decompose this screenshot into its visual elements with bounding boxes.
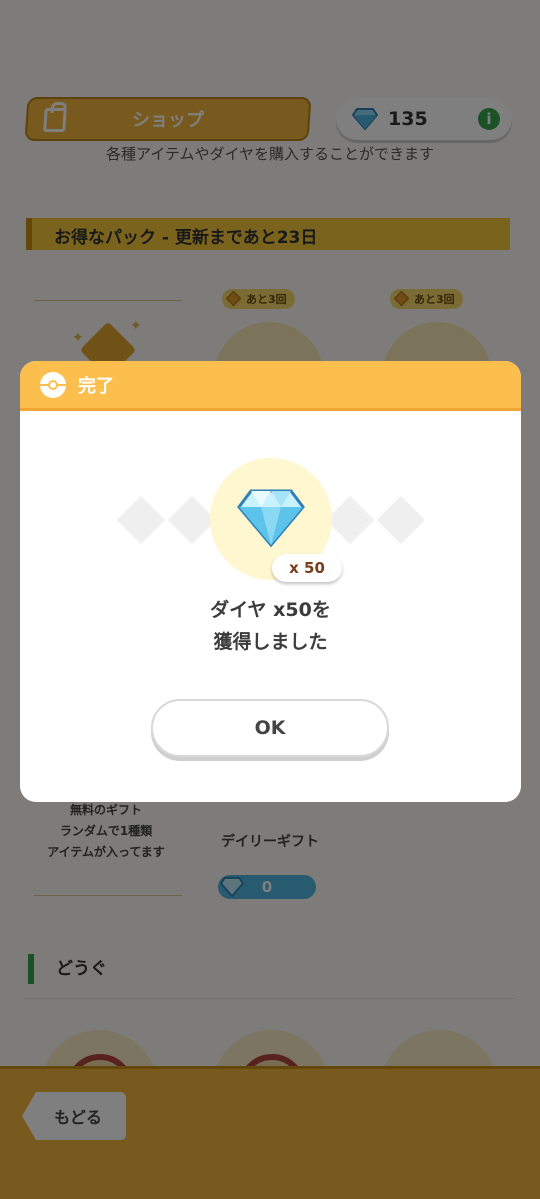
reward-quantity: x 50 bbox=[272, 554, 342, 582]
decorative-diamond-shape bbox=[116, 495, 166, 545]
decorative-diamond-shape bbox=[376, 495, 426, 545]
reward-message-line: ダイヤ x50を bbox=[210, 599, 331, 621]
diamond-icon bbox=[237, 489, 305, 547]
completion-dialog: 完了 x 50 ダイヤ x50を 獲得しました OK bbox=[20, 361, 521, 802]
dialog-title: 完了 bbox=[78, 375, 114, 397]
dialog-header: 完了 bbox=[20, 361, 521, 411]
reward-message: ダイヤ x50を 獲得しました bbox=[20, 594, 521, 658]
decorative-diamond-shape bbox=[167, 495, 217, 545]
decorative-diamond-shape bbox=[325, 495, 375, 545]
ok-button[interactable]: OK bbox=[151, 699, 389, 757]
poke-ball-icon bbox=[40, 371, 66, 398]
reward-message-line: 獲得しました bbox=[213, 631, 328, 653]
